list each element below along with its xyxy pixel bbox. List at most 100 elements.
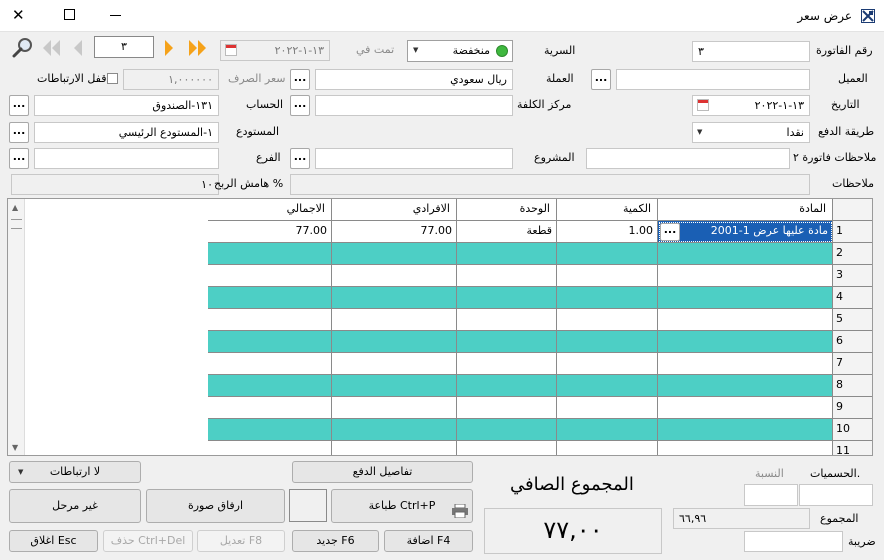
- image-preview-box[interactable]: [289, 489, 327, 522]
- grid-header-unit[interactable]: الوحدة: [457, 199, 557, 221]
- invoice-notes2-field[interactable]: [586, 148, 790, 169]
- grid-cell-unit[interactable]: [457, 243, 557, 265]
- grid-cell-total[interactable]: [208, 309, 332, 331]
- grid-cell-quantity[interactable]: 1.00: [557, 221, 658, 243]
- grid-cell-unit[interactable]: قطعة: [457, 221, 557, 243]
- grid-cell-item[interactable]: [658, 375, 833, 397]
- grid-cell-total[interactable]: [208, 397, 332, 419]
- account-field[interactable]: ١٣١-الصندوق: [34, 95, 219, 116]
- close-button[interactable]: ✕: [12, 6, 25, 24]
- grid-cell-quantity[interactable]: [557, 397, 658, 419]
- grid-header-item[interactable]: المادة: [658, 199, 833, 221]
- minimize-button[interactable]: [110, 15, 121, 16]
- grid-cell-item[interactable]: [658, 331, 833, 353]
- tax-field[interactable]: [744, 531, 843, 552]
- grid-cell-total[interactable]: [208, 331, 332, 353]
- grid-cell-total[interactable]: 77.00: [208, 221, 332, 243]
- previous-record-icon[interactable]: [72, 39, 84, 60]
- warehouse-lookup-button[interactable]: ...: [9, 122, 29, 143]
- scroll-down-icon[interactable]: ▼: [12, 443, 18, 452]
- grid-cell-unit[interactable]: [457, 265, 557, 287]
- last-record-icon[interactable]: [187, 39, 207, 60]
- grid-cell-unit[interactable]: [457, 309, 557, 331]
- grid-header-quantity[interactable]: الكمية: [557, 199, 658, 221]
- unposted-button[interactable]: غير مرحل: [9, 489, 141, 523]
- grid-cell-item[interactable]: [658, 353, 833, 375]
- grid-cell-unit_price[interactable]: [332, 419, 457, 441]
- grid-cell-unit_price[interactable]: [332, 243, 457, 265]
- grid-cell-unit_price[interactable]: [332, 331, 457, 353]
- account-lookup-button[interactable]: ...: [9, 95, 29, 116]
- grid-cell-unit_price[interactable]: [332, 397, 457, 419]
- profit-margin-field[interactable]: ١٠: [11, 174, 219, 195]
- customer-field[interactable]: [616, 69, 810, 90]
- lock-links-checkbox[interactable]: [107, 73, 118, 84]
- grid-cell-quantity[interactable]: [557, 375, 658, 397]
- grid-cell-total[interactable]: [208, 375, 332, 397]
- grid-cell-quantity[interactable]: [557, 243, 658, 265]
- grid-cell-total[interactable]: [208, 287, 332, 309]
- branch-lookup-button[interactable]: ...: [9, 148, 29, 169]
- attach-image-button[interactable]: ارفاق صورة: [146, 489, 285, 523]
- grid-cell-unit[interactable]: [457, 331, 557, 353]
- grid-cell-unit_price[interactable]: [332, 441, 457, 455]
- grid-scrollbar[interactable]: ▲ ▼: [8, 199, 25, 455]
- edit-button[interactable]: تعديل F8: [197, 530, 285, 552]
- scroll-thumb[interactable]: [11, 219, 22, 229]
- secrecy-select[interactable]: ▼ منخفضة: [407, 40, 513, 62]
- grid-cell-item[interactable]: [658, 243, 833, 265]
- grid-cell-total[interactable]: [208, 353, 332, 375]
- discount-value-field[interactable]: [799, 484, 873, 506]
- project-lookup-button[interactable]: ...: [290, 148, 310, 169]
- grid-cell-unit_price[interactable]: [332, 287, 457, 309]
- grid-cell-total[interactable]: [208, 243, 332, 265]
- grid-cell-unit[interactable]: [457, 353, 557, 375]
- calendar-icon[interactable]: [697, 99, 709, 111]
- grid-cell-total[interactable]: [208, 441, 332, 455]
- close-esc-button[interactable]: اغلاق Esc: [9, 530, 98, 552]
- grid-cell-unit_price[interactable]: [332, 375, 457, 397]
- grid-cell-unit[interactable]: [457, 397, 557, 419]
- grid-cell-quantity[interactable]: [557, 419, 658, 441]
- print-button[interactable]: طباعة Ctrl+P: [331, 489, 473, 523]
- project-field[interactable]: [315, 148, 513, 169]
- grid-header-total[interactable]: الاجمالي: [208, 199, 332, 221]
- cost-center-lookup-button[interactable]: ...: [290, 95, 310, 116]
- grid-cell-total[interactable]: [208, 265, 332, 287]
- add-button[interactable]: اضافة F4: [384, 530, 473, 552]
- scroll-up-icon[interactable]: ▲: [12, 203, 18, 212]
- payment-method-select[interactable]: ▼ نقدا: [692, 122, 810, 143]
- grid-cell-item[interactable]: [658, 265, 833, 287]
- grid-cell-unit[interactable]: [457, 441, 557, 455]
- grid-cell-unit_price[interactable]: [332, 353, 457, 375]
- grid-cell-unit_price[interactable]: [332, 265, 457, 287]
- grid-cell-quantity[interactable]: [557, 441, 658, 455]
- currency-field[interactable]: ريال سعودي: [315, 69, 513, 90]
- grid-cell-item[interactable]: [658, 441, 833, 455]
- grid-cell-unit_price[interactable]: [332, 309, 457, 331]
- search-icon[interactable]: [12, 37, 34, 59]
- cost-center-field[interactable]: [315, 95, 513, 116]
- invoice-number-field[interactable]: ٣: [692, 41, 810, 62]
- grid-cell-item[interactable]: 2001-مادة عليها عرض 1: [658, 221, 833, 243]
- grid-cell-quantity[interactable]: [557, 309, 658, 331]
- notes-field[interactable]: [290, 174, 810, 195]
- item-lookup-button[interactable]: ...: [660, 223, 680, 241]
- grid-header-unit_price[interactable]: الافرادي: [332, 199, 457, 221]
- grid-cell-unit[interactable]: [457, 419, 557, 441]
- branch-field[interactable]: [34, 148, 219, 169]
- new-button[interactable]: جديد F6: [292, 530, 379, 552]
- next-record-icon[interactable]: [163, 39, 175, 60]
- grid-cell-item[interactable]: [658, 309, 833, 331]
- grid-cell-quantity[interactable]: [557, 353, 658, 375]
- grid-cell-item[interactable]: [658, 397, 833, 419]
- record-number-field[interactable]: ٣: [94, 36, 154, 58]
- grid-cell-quantity[interactable]: [557, 331, 658, 353]
- delete-button[interactable]: حذف Ctrl+Del: [103, 530, 193, 552]
- warehouse-field[interactable]: ١-المستودع الرئيسي: [34, 122, 219, 143]
- grid-cell-unit[interactable]: [457, 375, 557, 397]
- payment-details-button[interactable]: تفاصيل الدفع: [292, 461, 473, 483]
- date-field[interactable]: ١٣-١-٢٠٢٢: [692, 95, 810, 116]
- no-links-dropdown[interactable]: لا ارتباطات ▼: [9, 461, 141, 483]
- grid-cell-item[interactable]: [658, 287, 833, 309]
